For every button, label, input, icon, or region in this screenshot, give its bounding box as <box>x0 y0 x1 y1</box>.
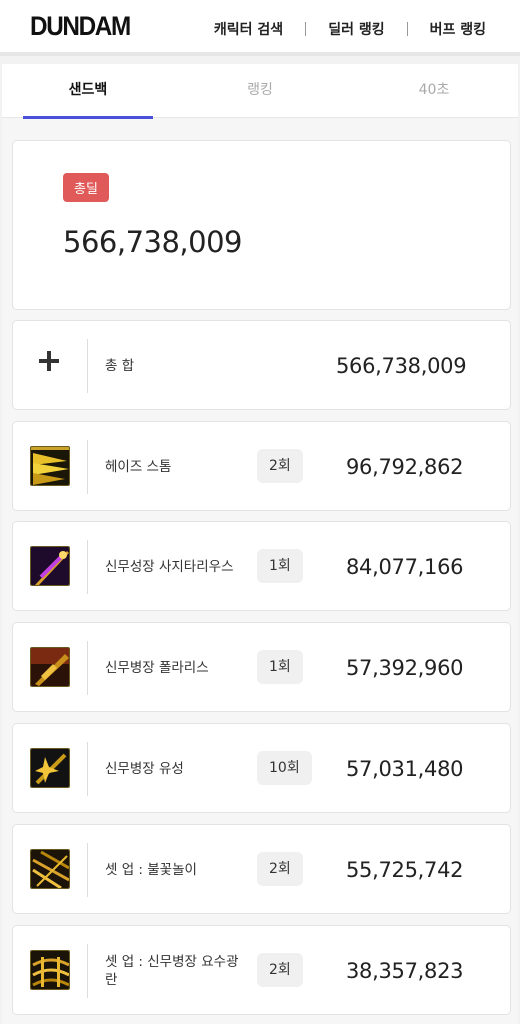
main-content: 샌드백 랭킹 40초 총딜 566,738,009 총 합 566,738,00… <box>2 64 518 1024</box>
row-divider <box>87 641 88 695</box>
skill-row: 신무성장 사지타리우스 1회 84,077,166 <box>12 521 511 611</box>
summary-label: 총 합 <box>105 358 135 374</box>
tab-ranking[interactable]: 랭킹 <box>195 64 325 118</box>
skill-name: 신무성장 사지타리우스 <box>105 559 234 575</box>
fireworks-icon <box>30 849 70 889</box>
skill-row: 신무병장 유성 10회 57,031,480 <box>12 723 511 813</box>
nav-divider <box>305 22 307 36</box>
meteor-icon <box>30 748 70 788</box>
skill-damage: 57,392,960 <box>346 656 464 680</box>
skill-damage: 38,357,823 <box>346 959 464 983</box>
row-divider <box>87 440 88 494</box>
total-damage-card: 총딜 566,738,009 <box>12 140 511 310</box>
skill-name: 헤이즈 스톰 <box>105 459 172 475</box>
row-divider <box>87 843 88 897</box>
main-nav: 캐릭터 검색 딜러 랭킹 버프 랭킹 <box>214 19 486 39</box>
skill-row: 헤이즈 스톰 2회 96,792,862 <box>12 421 511 511</box>
summary-row: 총 합 566,738,009 <box>12 320 511 410</box>
skill-name: 신무병장 유성 <box>105 761 184 777</box>
haze-storm-icon <box>30 446 70 486</box>
skill-damage: 57,031,480 <box>346 757 464 781</box>
skill-damage: 84,077,166 <box>346 555 464 579</box>
nav-divider <box>406 22 408 36</box>
hit-count-badge: 2회 <box>257 953 303 987</box>
hit-count-badge: 10회 <box>257 751 312 785</box>
row-divider <box>87 540 88 594</box>
tab-sandbag[interactable]: 샌드백 <box>23 64 153 119</box>
mode-tabs: 샌드백 랭킹 40초 <box>2 64 518 119</box>
skill-damage: 96,792,862 <box>346 455 464 479</box>
hit-count-badge: 1회 <box>257 549 303 583</box>
row-divider <box>87 944 88 998</box>
frenzy-icon <box>30 950 70 990</box>
plus-icon[interactable] <box>39 351 59 371</box>
nav-dealer-ranking[interactable]: 딜러 랭킹 <box>328 19 384 39</box>
row-divider <box>87 742 88 796</box>
sagittarius-icon <box>30 546 70 586</box>
hit-count-badge: 2회 <box>257 449 303 483</box>
nav-character-search[interactable]: 캐릭터 검색 <box>214 19 283 39</box>
top-header: DUNDAM 캐릭터 검색 딜러 랭킹 버프 랭킹 <box>0 0 520 56</box>
total-damage-value: 566,738,009 <box>63 225 243 259</box>
row-divider <box>87 339 88 393</box>
hit-count-badge: 2회 <box>257 852 303 886</box>
skill-name: 셋 업 : 신무병장 요수광란 <box>105 954 239 988</box>
total-badge: 총딜 <box>63 173 109 202</box>
dundam-logo[interactable]: DUNDAM <box>30 11 131 42</box>
polaris-icon <box>30 647 70 687</box>
skill-row: 셋 업 : 불꽃놀이 2회 55,725,742 <box>12 824 511 914</box>
tab-40sec[interactable]: 40초 <box>369 64 499 118</box>
skill-damage: 55,725,742 <box>346 858 464 882</box>
nav-buff-ranking[interactable]: 버프 랭킹 <box>430 19 486 39</box>
skill-name: 신무병장 폴라리스 <box>105 660 209 676</box>
skill-name: 셋 업 : 불꽃놀이 <box>105 862 197 878</box>
hit-count-badge: 1회 <box>257 650 303 684</box>
skill-row: 신무병장 폴라리스 1회 57,392,960 <box>12 622 511 712</box>
summary-damage: 566,738,009 <box>336 354 467 378</box>
skill-row: 셋 업 : 신무병장 요수광란 2회 38,357,823 <box>12 925 511 1015</box>
